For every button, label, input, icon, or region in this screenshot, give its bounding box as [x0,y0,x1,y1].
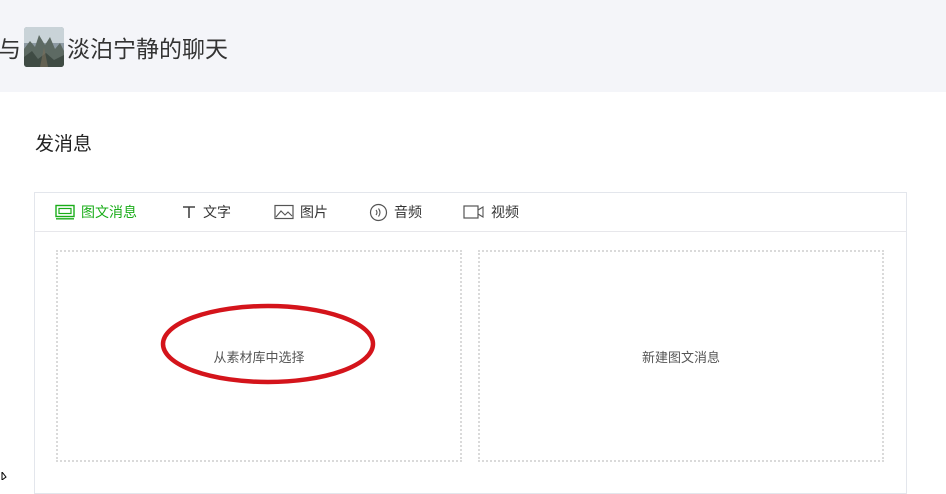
select-from-library-button[interactable]: 从素材库中选择 [56,250,462,462]
new-article-label: 新建图文消息 [641,350,720,366]
image-icon [274,204,294,220]
tab-video-label: 视频 [491,205,519,221]
tab-article-label: 图文消息 [81,205,137,221]
avatar[interactable] [24,27,64,67]
text-icon [181,204,197,220]
message-type-tabs: 图文消息 文字 图片 音频 视频 [35,193,906,232]
chat-header: 与 淡泊宁静的聊天 [0,0,946,92]
tab-image[interactable]: 图片 [274,193,328,231]
tab-text-label: 文字 [203,205,231,221]
tab-audio[interactable]: 音频 [369,193,422,231]
select-from-library-label: 从素材库中选择 [213,350,305,366]
mouse-cursor-icon [1,472,7,480]
audio-icon [369,203,388,222]
tab-video[interactable]: 视频 [463,193,519,231]
message-composer: 图文消息 文字 图片 音频 视频 从素材库中选择 新建图文消息 [34,192,907,494]
chat-partner-title: 淡泊宁静的聊天 [67,37,228,63]
title-prefix: 与 [0,37,21,63]
tab-image-label: 图片 [300,205,328,221]
new-article-button[interactable]: 新建图文消息 [478,250,884,462]
article-icon [55,204,75,220]
tab-text[interactable]: 文字 [181,193,231,231]
tab-audio-label: 音频 [394,205,422,221]
page-title: 发消息 [35,133,93,155]
video-icon [463,204,485,220]
chat-title: 与 淡泊宁静的聊天 [0,27,228,67]
tab-article[interactable]: 图文消息 [55,193,137,231]
